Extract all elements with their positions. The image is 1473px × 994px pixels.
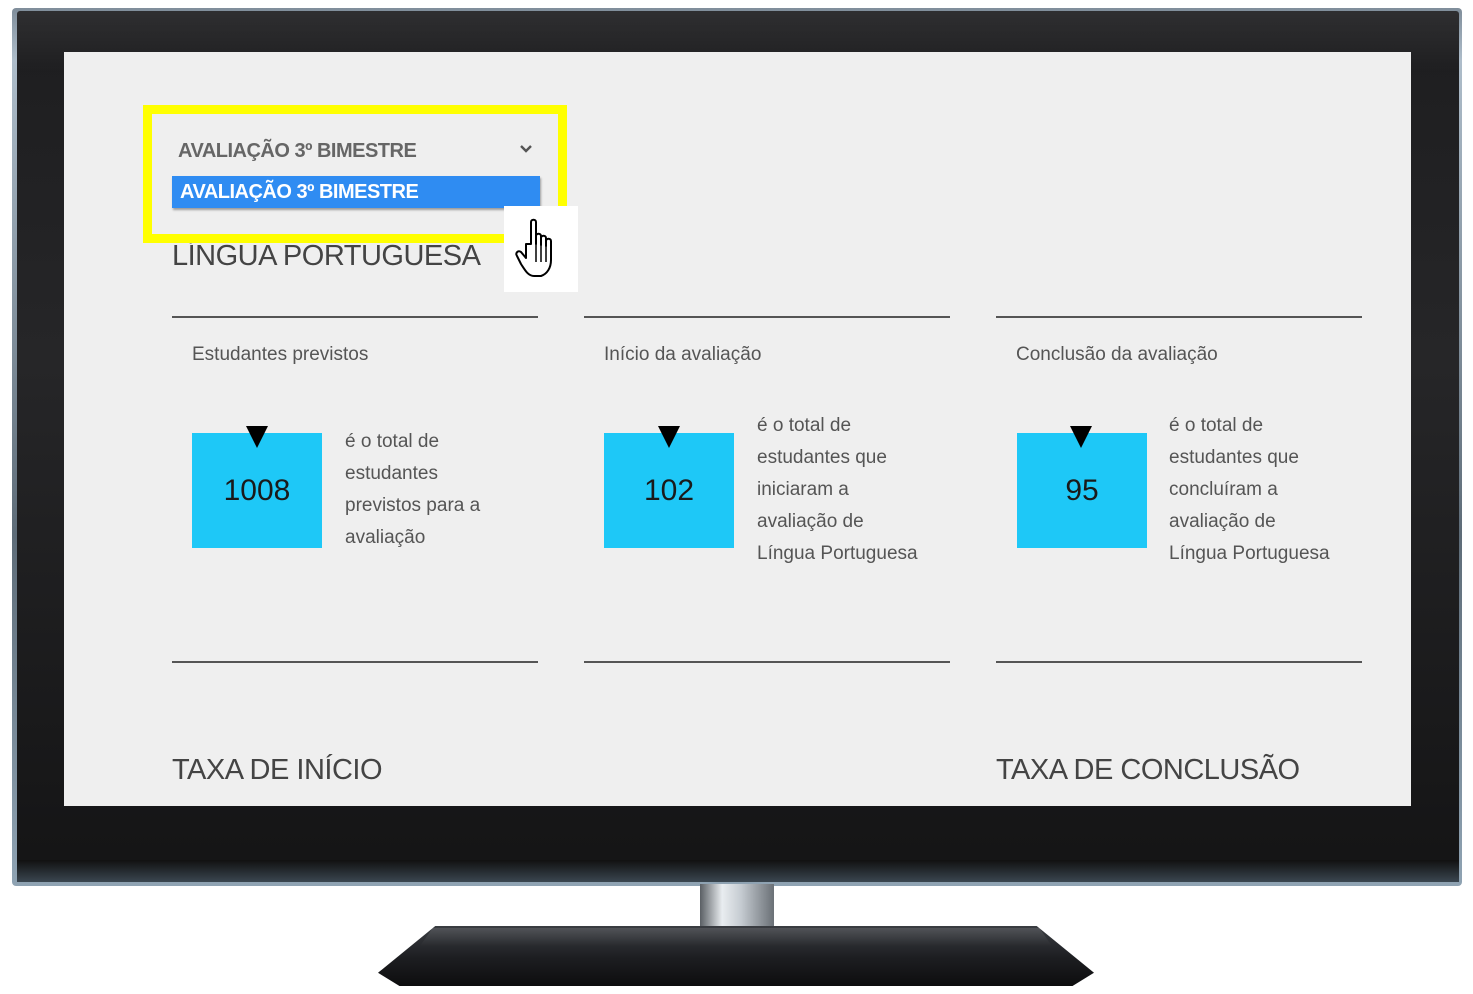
stat-box-assessment-completion: 95 — [1017, 433, 1147, 548]
card-bottom-divider — [172, 661, 538, 663]
screen: LÍNGUA PORTUGUESA AVALIAÇÃO 3º BIMESTRE … — [64, 52, 1411, 806]
description-line: é o total de — [757, 415, 852, 436]
description-line: Língua Portuguesa — [757, 543, 918, 564]
stat-value-assessment-start: 102 — [643, 473, 695, 507]
description-line: avaliação de — [1169, 511, 1276, 532]
stat-value-assessment-completion: 95 — [1065, 473, 1099, 507]
description-line: é o total de — [345, 431, 440, 452]
description-line: é o total de — [1169, 415, 1264, 436]
down-arrow-icon — [1070, 426, 1092, 448]
monitor-stand-shine — [420, 928, 1052, 946]
start-rate-title: TAXA DE INÍCIO — [172, 754, 383, 786]
stat-description-students-expected: é o total de estudantes previstos para a… — [345, 426, 525, 554]
description-line: avaliação — [345, 527, 426, 548]
select-option-selected[interactable]: AVALIAÇÃO 3º BIMESTRE — [172, 176, 540, 208]
description-line: Língua Portuguesa — [1169, 543, 1330, 564]
description-line: avaliação de — [757, 511, 864, 532]
down-arrow-icon — [246, 426, 268, 448]
stat-description-assessment-completion: é o total de estudantes que concluíram a… — [1169, 410, 1359, 570]
down-arrow-icon — [658, 426, 680, 448]
card-top-divider — [584, 316, 950, 318]
card-bottom-divider — [996, 661, 1362, 663]
card-top-divider — [996, 316, 1362, 318]
description-line: estudantes que — [757, 447, 887, 468]
card-title-assessment-start: Início da avaliação — [604, 344, 762, 365]
card-title-assessment-completion: Conclusão da avaliação — [1016, 344, 1218, 365]
card-title-students-expected: Estudantes previstos — [192, 344, 369, 365]
completion-rate-title: TAXA DE CONCLUSÃO — [996, 754, 1300, 786]
description-line: estudantes que — [1169, 447, 1299, 468]
description-line: iniciaram a — [757, 479, 849, 500]
stat-value-students-expected: 1008 — [223, 473, 291, 507]
description-line: previstos para a — [345, 495, 481, 516]
hand-cursor-icon — [515, 218, 552, 277]
stat-box-assessment-start: 102 — [604, 433, 734, 548]
monitor-bottom-strip — [17, 860, 1459, 882]
section-title: LÍNGUA PORTUGUESA — [172, 240, 481, 272]
stat-box-students-expected: 1008 — [192, 433, 322, 548]
assessment-select[interactable]: AVALIAÇÃO 3º BIMESTRE — [178, 140, 417, 163]
card-top-divider — [172, 316, 538, 318]
description-line: concluíram a — [1169, 479, 1278, 500]
chevron-down-icon[interactable] — [519, 142, 533, 156]
description-line: estudantes — [345, 463, 438, 484]
card-bottom-divider — [584, 661, 950, 663]
stat-description-assessment-start: é o total de estudantes que iniciaram a … — [757, 410, 947, 570]
